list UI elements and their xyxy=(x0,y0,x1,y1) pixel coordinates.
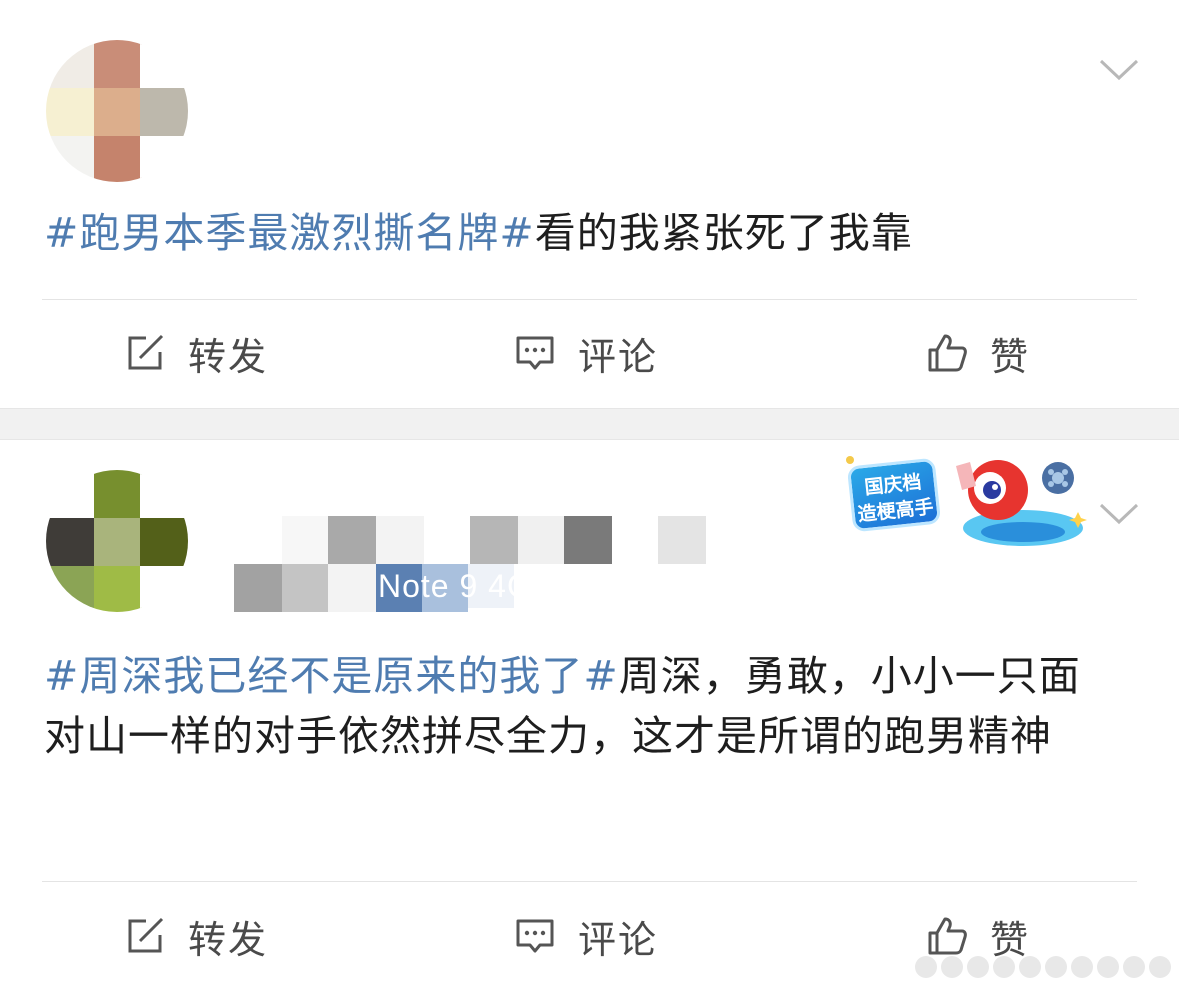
like-label: 赞 xyxy=(990,334,1031,379)
divider xyxy=(42,881,1137,882)
comment-button[interactable]: 评论 xyxy=(514,896,658,976)
holiday-badge[interactable]: 国庆档 造梗高手 xyxy=(838,446,1088,558)
chevron-down-icon[interactable] xyxy=(1099,58,1139,82)
repost-button[interactable]: 转发 xyxy=(124,313,268,393)
chevron-down-icon[interactable] xyxy=(1099,502,1139,526)
repost-label: 转发 xyxy=(188,334,269,379)
comment-label: 评论 xyxy=(578,917,659,962)
post-card-2: Note 9 4G 国庆档 造梗高手 #周深我已经不是原来的我了#周深，勇敢，小… xyxy=(0,440,1179,990)
post-body: 看的我紧张死了我靠 xyxy=(534,209,913,257)
watermark xyxy=(915,956,1171,978)
like-button[interactable]: 赞 xyxy=(926,313,1030,393)
badge-label: 国庆档 造梗高手 xyxy=(846,457,942,533)
repost-label: 转发 xyxy=(188,917,269,962)
comment-icon xyxy=(516,336,554,370)
feed-separator xyxy=(0,408,1179,440)
comment-button[interactable]: 评论 xyxy=(514,313,658,393)
repost-icon xyxy=(128,334,164,370)
like-icon xyxy=(928,917,967,955)
post-text: #跑男本季最激烈撕名牌#看的我紧张死了我靠 xyxy=(44,203,1119,263)
avatar[interactable] xyxy=(46,40,188,182)
comment-icon xyxy=(516,919,554,953)
hashtag-link[interactable]: #跑男本季最激烈撕名牌# xyxy=(44,209,535,257)
device-label: Note 9 4G xyxy=(378,568,533,604)
like-icon xyxy=(928,334,967,372)
post-text: #周深我已经不是原来的我了#周深，勇敢，小小一只面对山一样的对手依然拼尽全力，这… xyxy=(44,646,1119,766)
post-card-1: #跑男本季最激烈撕名牌#看的我紧张死了我靠 转发 评论 赞 xyxy=(0,0,1179,408)
hashtag-link[interactable]: #周深我已经不是原来的我了# xyxy=(44,652,619,700)
comment-label: 评论 xyxy=(578,334,659,379)
avatar[interactable] xyxy=(46,470,188,612)
repost-icon xyxy=(128,917,164,953)
repost-button[interactable]: 转发 xyxy=(124,896,268,976)
divider xyxy=(42,299,1137,300)
action-bar: 转发 评论 赞 xyxy=(0,313,1179,393)
